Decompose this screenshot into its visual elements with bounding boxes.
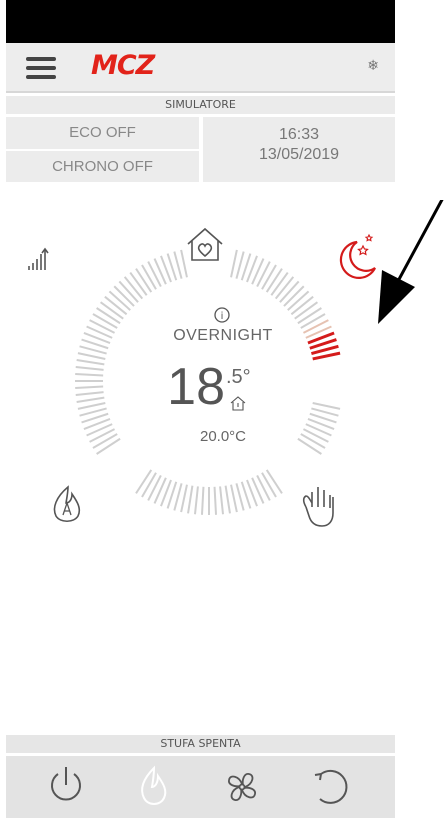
chrono-status[interactable]: CHRONO OFF	[6, 151, 199, 182]
dial-tick	[104, 295, 128, 316]
home-heart-icon[interactable]	[187, 227, 223, 261]
dial-tick	[279, 280, 300, 303]
dial-tick	[265, 268, 283, 293]
dial-tick	[92, 313, 118, 329]
power-icon[interactable]	[36, 756, 96, 818]
dial-tick	[147, 474, 162, 501]
dial-tick	[92, 433, 118, 449]
fan-icon[interactable]	[212, 756, 272, 818]
dial-tick	[256, 474, 271, 501]
dial-tick	[123, 276, 144, 300]
dial-tick	[294, 301, 318, 320]
dial-tick	[265, 469, 283, 494]
dial-tick	[76, 359, 105, 366]
dial-tick	[261, 472, 277, 498]
pointer-arrow	[378, 200, 444, 324]
dial-tick	[287, 290, 310, 311]
dial-tick	[141, 264, 157, 290]
current-temperature-decimal: .5°	[226, 366, 251, 388]
dial-tick	[141, 472, 157, 498]
dial-tick	[75, 385, 104, 390]
auto-flame-icon[interactable]	[53, 485, 81, 523]
flame-icon[interactable]	[124, 756, 184, 818]
dial-tick	[230, 484, 238, 513]
power-level-icon[interactable]	[28, 247, 49, 270]
app-bar: MCZ ❄	[6, 43, 395, 93]
dial-tick	[180, 484, 188, 513]
simulator-label: SIMULATORE	[6, 96, 395, 114]
dial-tick	[113, 285, 135, 307]
eco-status[interactable]: ECO OFF	[6, 117, 199, 149]
dial-tick	[96, 437, 121, 455]
night-moon-icon[interactable]	[339, 233, 376, 279]
date-time-panel: 16:33 13/05/2019	[203, 117, 395, 182]
current-temperature: 18	[167, 358, 225, 416]
dial-tick	[118, 280, 139, 303]
dial-tick	[274, 276, 295, 300]
dial-tick	[219, 486, 225, 515]
date-text: 13/05/2019	[258, 146, 340, 163]
dial-tick	[290, 295, 314, 316]
dial-tick	[261, 264, 277, 290]
dial-tick	[187, 485, 194, 514]
dial-tick	[96, 307, 121, 325]
dial-tick	[75, 391, 104, 397]
svg-text:i: i	[221, 311, 224, 322]
hand-icon[interactable]	[302, 487, 334, 527]
dial-tick	[256, 261, 271, 288]
dial-tick	[213, 486, 218, 515]
dial-tick	[193, 486, 199, 515]
menu-icon[interactable]	[26, 57, 56, 79]
dial-tick	[135, 469, 153, 494]
dial-tick	[77, 352, 106, 360]
dial-tick	[75, 372, 104, 377]
stove-status: STUFA SPENTA	[6, 735, 395, 753]
dial-tick	[230, 249, 238, 278]
dial-tick	[200, 486, 205, 515]
dial-tick	[135, 268, 153, 293]
dial-tick	[89, 319, 116, 334]
refresh-icon[interactable]	[300, 756, 360, 818]
dial-tick	[89, 428, 116, 443]
brand-logo: MCZ	[91, 50, 155, 81]
setpoint-temperature: 20.0°C	[199, 428, 247, 445]
dial-tick	[297, 307, 322, 325]
dial-tick	[100, 301, 124, 320]
dial-tick	[270, 272, 289, 296]
snowflake-icon[interactable]: ❄	[367, 58, 379, 74]
dial-tick	[312, 351, 341, 361]
dial-tick	[129, 272, 148, 296]
mode-label: OVERNIGHT	[173, 327, 273, 344]
house-thermometer-icon	[230, 396, 246, 411]
dial-tick	[180, 249, 188, 278]
info-icon[interactable]: i	[214, 307, 230, 323]
bottom-toolbar	[6, 756, 395, 818]
dial-tick	[147, 261, 162, 288]
dial-tick	[77, 402, 106, 410]
time-text: 16:33	[278, 126, 320, 143]
dial-tick	[312, 402, 341, 410]
dial-tick	[283, 285, 305, 307]
dial-tick	[76, 396, 105, 403]
dial-tick	[224, 485, 231, 514]
dial-tick	[108, 290, 131, 311]
dial-tick	[75, 365, 104, 371]
dial-tick	[300, 313, 326, 329]
status-bar	[6, 0, 395, 43]
